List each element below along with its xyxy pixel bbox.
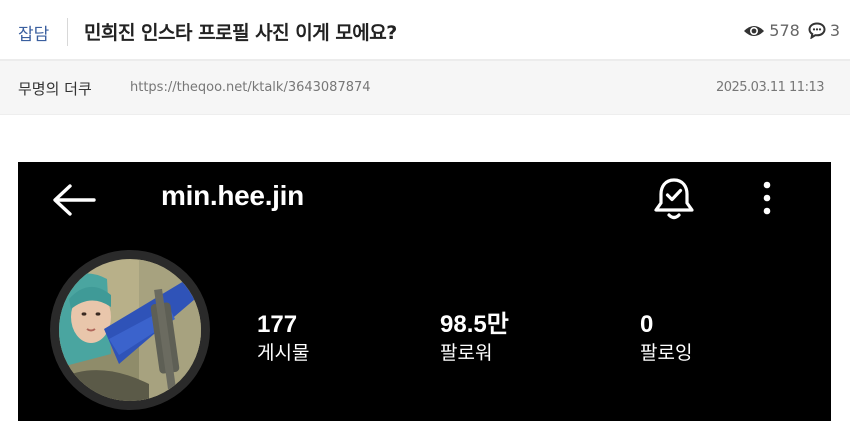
category-divider [67,18,68,46]
post-stats: 578 3 [743,21,840,40]
bell-check-icon [650,174,698,224]
followers-stat: 98.5만 팔로워 [440,312,509,366]
post-meta-bar: 무명의 더쿠 https://theqoo.net/ktalk/36430878… [0,61,850,115]
post-url-link[interactable]: https://theqoo.net/ktalk/3643087874 [130,80,371,95]
following-count: 0 [640,311,654,338]
profile-username: min.hee.jin [161,180,304,211]
embedded-image: min.hee.jin 177 게시물 98.5만 팔로워 0 팔로잉 [18,162,831,421]
following-label: 팔로잉 [640,342,693,364]
followers-label: 팔로워 [440,342,493,364]
posts-count: 177 [257,311,298,338]
posts-label: 게시물 [257,342,310,364]
posts-stat: 177 게시물 [257,312,309,366]
category-link[interactable]: 잡담 [18,20,49,45]
view-count: 578 [769,21,800,40]
post-title: 민희진 인스타 프로필 사진 이게 모에요? [84,22,397,44]
eye-icon [743,24,765,38]
comment-count[interactable]: 3 [830,21,840,40]
comment-icon[interactable] [808,22,826,39]
post-date: 2025.03.11 11:13 [715,80,825,95]
more-vertical-icon [755,178,779,218]
following-stat: 0 팔로잉 [640,312,692,366]
followers-count: 98.5만 [440,311,509,338]
author-name: 무명의 더쿠 [18,80,92,98]
avatar [59,259,201,401]
post-title-bar: 잡담 민희진 인스타 프로필 사진 이게 모에요? 578 3 [0,0,850,62]
arrow-left-icon [50,182,98,218]
